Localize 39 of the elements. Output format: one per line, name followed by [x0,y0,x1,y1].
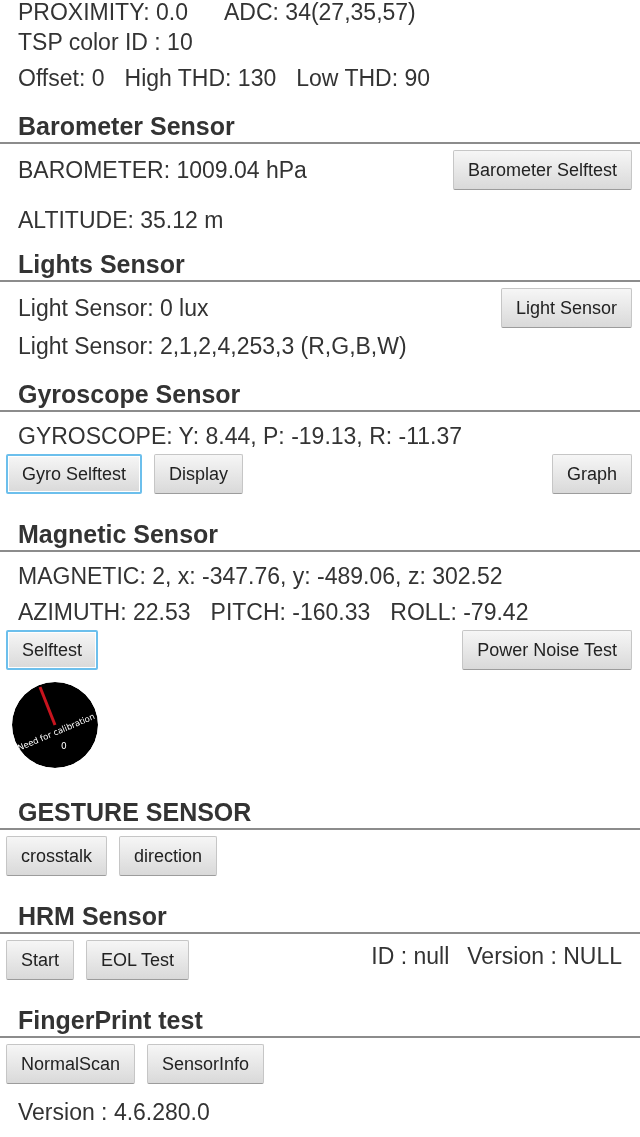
info-text: ALTITUDE: 35.12 m [18,206,224,234]
action-button[interactable]: Display [154,454,244,494]
action-button[interactable]: Barometer Selftest [452,150,632,190]
action-button[interactable]: Power Noise Test [462,630,632,670]
action-button[interactable]: EOL Test [86,940,190,980]
action-button[interactable]: SensorInfo [147,1044,265,1084]
section-title: FingerPrint test [18,1006,203,1034]
action-button[interactable]: NormalScan [6,1044,136,1084]
info-text: High THD: 130 [124,64,277,92]
info-text: Version : 4.6.280.0 [18,1098,210,1126]
info-text: ROLL: -79.42 [390,598,529,626]
compass-reading: 0 [61,741,67,751]
action-button[interactable]: Gyro Selftest [6,454,143,494]
info-text: ADC: 34(27,35,57) [224,0,416,26]
section-title: Lights Sensor [18,250,185,278]
info-text: GYROSCOPE: Y: 8.44, P: -19.13, R: -11.37 [18,422,463,450]
info-text: BAROMETER: 1009.04 hPa [18,156,307,184]
section-title: Barometer Sensor [18,112,235,140]
info-text: PITCH: -160.33 [210,598,371,626]
action-button[interactable]: Selftest [6,630,99,670]
section-title: HRM Sensor [18,902,167,930]
info-text: PROXIMITY: 0.0 [18,0,188,26]
info-text: AZIMUTH: 22.53 [18,598,191,626]
info-text: Version : NULL [467,942,622,970]
action-button[interactable]: Graph [551,454,632,494]
action-button[interactable]: crosstalk [6,836,107,876]
info-text: Low THD: 90 [296,64,431,92]
action-button[interactable]: Light Sensor [500,288,632,328]
section-title: GESTURE SENSOR [18,798,252,826]
info-text: TSP color ID : 10 [18,28,193,56]
info-text: Offset: 0 [18,64,105,92]
action-button[interactable]: Start [6,940,74,980]
section-title: Gyroscope Sensor [18,380,241,408]
info-text: MAGNETIC: 2, x: -347.76, y: -489.06, z: 302.52 [18,562,503,590]
info-text: Light Sensor: 0 lux [18,294,209,322]
section-title: Magnetic Sensor [18,520,219,548]
action-button[interactable]: direction [119,836,218,876]
info-text: ID : null [371,942,450,970]
info-text: Light Sensor: 2,1,2,4,253,3 (R,G,B,W) [18,332,407,360]
